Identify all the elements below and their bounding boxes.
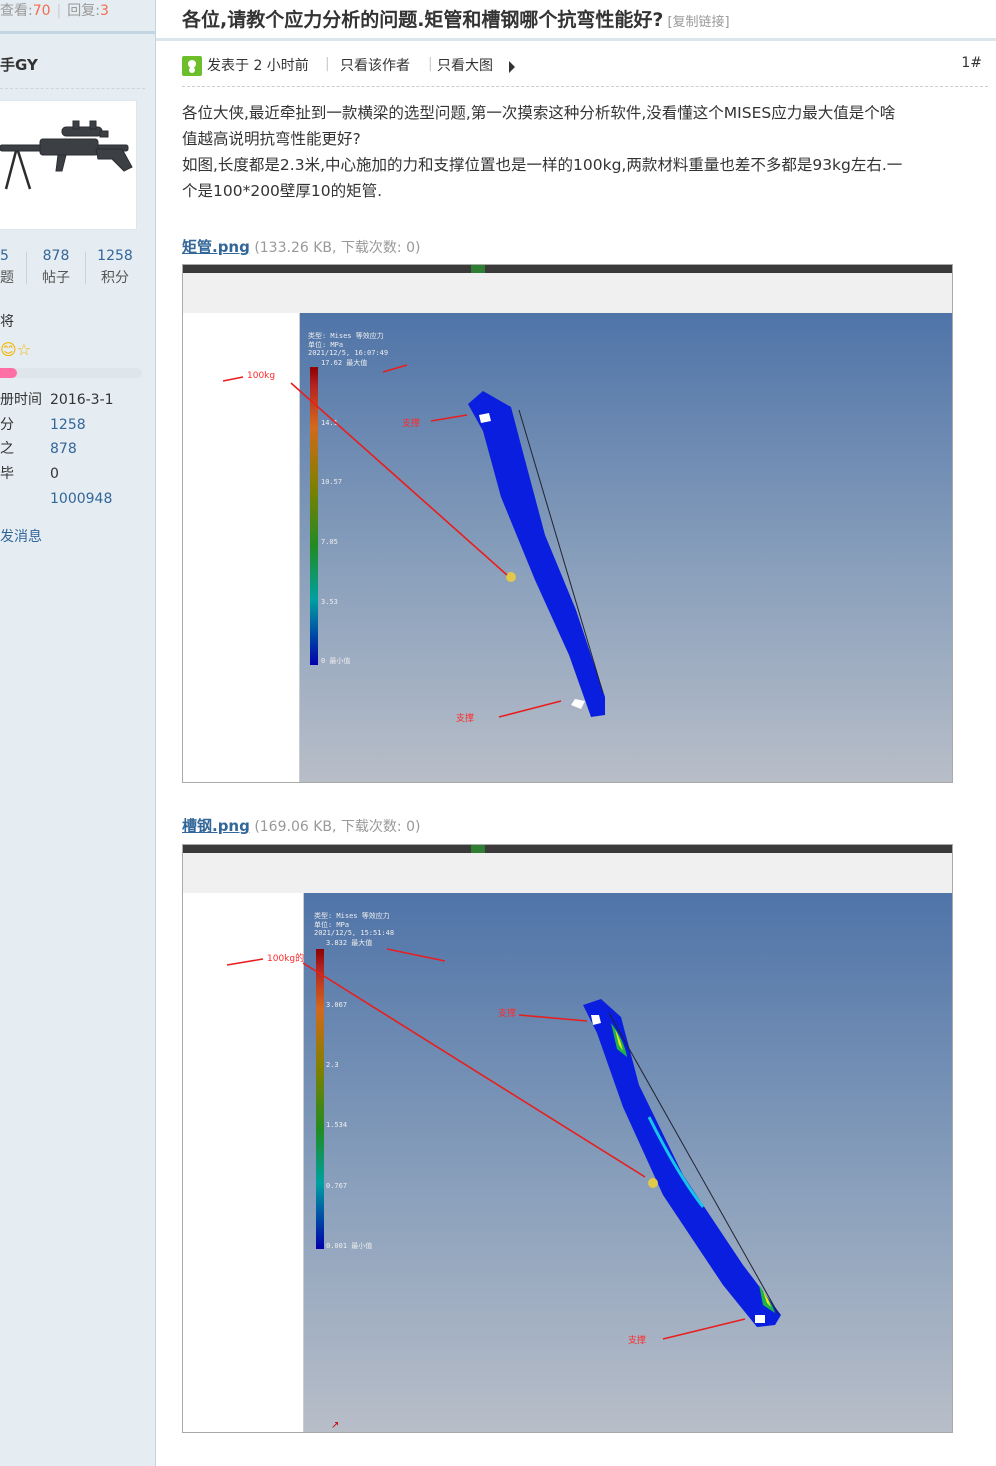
star-icon: ☆ (16, 340, 32, 359)
attachment-link[interactable]: 槽钢.png (182, 817, 250, 835)
send-message-link[interactable]: 发消息 (0, 526, 42, 546)
avatar[interactable] (0, 100, 137, 230)
attachment-1: 矩管.png (133.26 KB, 下载次数: 0) (182, 236, 420, 257)
big-image-link[interactable]: 只看大图 (437, 55, 493, 75)
attachment-2: 槽钢.png (169.06 KB, 下载次数: 0) (182, 815, 420, 836)
attachment-image-1[interactable]: 类型: Mises 等效应力 单位: MPa 2021/12/5, 16:07:… (182, 264, 953, 783)
thread-title-bar: 各位,请教个应力分析的问题.矩管和槽钢哪个抗弯性能好? [复制链接] (156, 0, 996, 41)
views-count: 70 (32, 3, 51, 19)
thread-title: 各位,请教个应力分析的问题.矩管和槽钢哪个抗弯性能好? [复制链接] (182, 9, 730, 31)
floor-number[interactable]: 1# (961, 55, 982, 71)
user-stats: 5题 878 帖子 1258 积分 (0, 246, 155, 290)
only-author-link[interactable]: 只看该作者 (340, 55, 410, 75)
caret-right-icon (509, 61, 515, 73)
replies-label: 回复: (67, 3, 100, 19)
axis-triad-icon: ↗ (331, 1420, 339, 1431)
beam-drawing: ↗ (226, 948, 781, 1431)
rank-progress-bar (0, 368, 142, 378)
thread-counters: 查看:70 | 回复:3 (0, 0, 155, 34)
attachment-image-2[interactable]: 类型: Mises 等效应力 单位: MPa 2021/12/5, 15:51:… (182, 844, 953, 1433)
stat-credits[interactable]: 1258 积分 (86, 246, 144, 290)
user-rank: 将 (0, 314, 14, 330)
attachment-info: (133.26 KB, 下载次数: 0) (254, 240, 421, 256)
beam-drawing (222, 364, 605, 718)
post-body: 各位大侠,最近牵扯到一款横梁的选型问题,第一次摸索这种分析软件,没看懂这个MIS… (182, 104, 903, 200)
replies-count: 3 (99, 3, 109, 19)
attachment-link[interactable]: 矩管.png (182, 238, 250, 256)
views-label: 查看: (0, 3, 33, 19)
user-info: 册时间 2016-3-1 分 1258 之 878 毕0 1000948 (0, 392, 114, 507)
stat-posts[interactable]: 878 帖子 (27, 246, 85, 290)
post-main: 各位,请教个应力分析的问题.矩管和槽钢哪个抗弯性能好? [复制链接] 发表于 2 … (156, 0, 996, 1466)
smiley-icon: 😊 (0, 340, 17, 359)
user-online-icon (182, 56, 202, 76)
user-sidebar: 查看:70 | 回复:3 手GY 5题 878 帖子 1258 积分 将 😊☆ … (0, 0, 156, 1466)
post-meta: 发表于 2 小时前 | 只看该作者 | 只看大图 1# (182, 52, 988, 87)
attachment-info: (169.06 KB, 下载次数: 0) (254, 819, 421, 835)
stat-topics[interactable]: 5题 (0, 246, 26, 290)
rank-icons: 😊☆ (0, 340, 31, 359)
author-username[interactable]: 手GY (0, 54, 38, 75)
copy-link[interactable]: [复制链接] (667, 15, 729, 30)
post-time: 发表于 2 小时前 (207, 58, 309, 74)
rifle-avatar-image (0, 101, 136, 229)
